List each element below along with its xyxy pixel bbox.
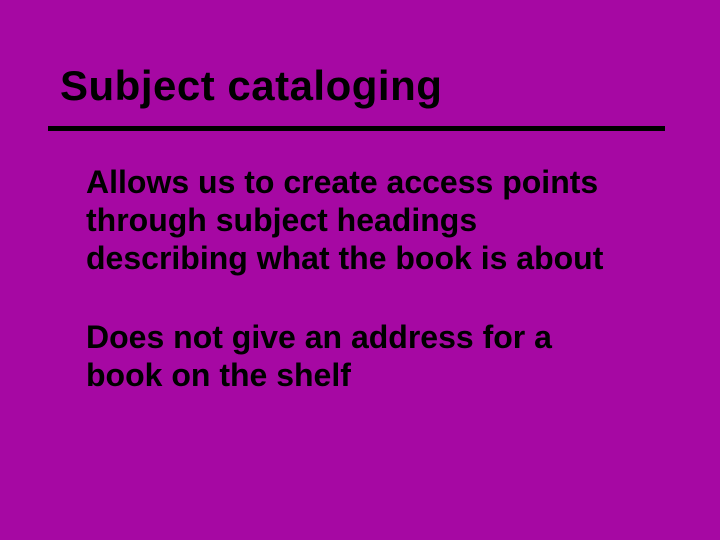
body-paragraph: Allows us to create access points throug… — [86, 164, 626, 277]
slide-title: Subject cataloging — [60, 62, 442, 110]
title-underline — [48, 126, 665, 131]
slide-body: Allows us to create access points throug… — [86, 164, 626, 395]
body-paragraph: Does not give an address for a book on t… — [86, 319, 626, 395]
slide: Subject cataloging Allows us to create a… — [0, 0, 720, 540]
